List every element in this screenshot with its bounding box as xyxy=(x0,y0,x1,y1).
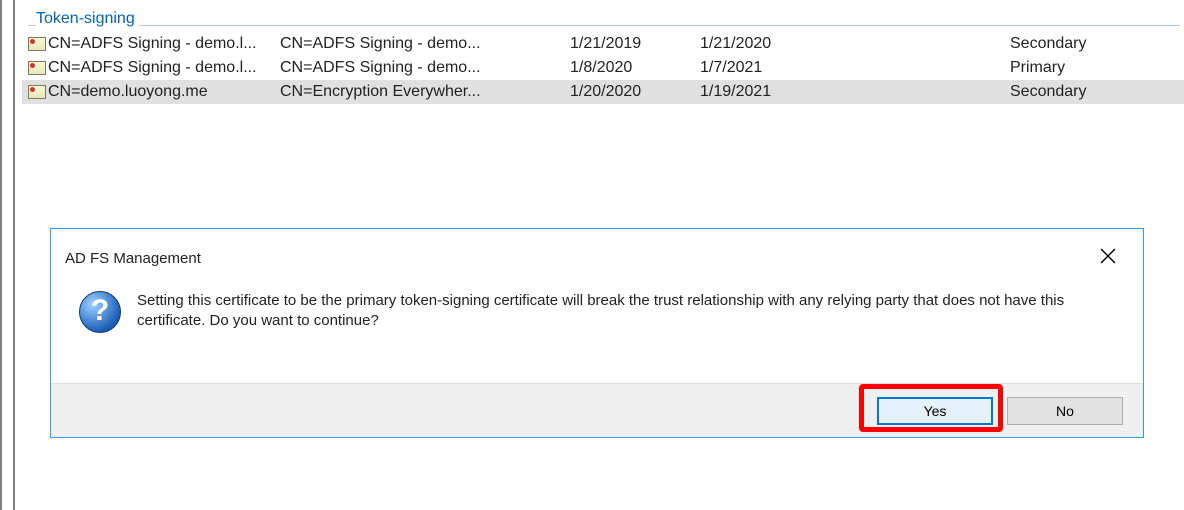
close-icon xyxy=(1100,248,1116,264)
yes-button[interactable]: Yes xyxy=(877,397,993,425)
dialog-button-row: Yes No xyxy=(51,383,1143,437)
subject-cell: CN=ADFS Signing - demo.l... xyxy=(48,59,257,77)
table-row[interactable]: CN=ADFS Signing - demo.l... CN=ADFS Sign… xyxy=(22,32,1184,56)
certificate-list: CN=ADFS Signing - demo.l... CN=ADFS Sign… xyxy=(22,32,1184,104)
status-cell: Secondary xyxy=(1010,83,1184,101)
dialog-message: Setting this certificate to be the prima… xyxy=(137,291,1123,333)
status-cell: Secondary xyxy=(1010,35,1184,53)
group-header: Token-signing xyxy=(22,4,1184,32)
table-row[interactable]: CN=demo.luoyong.me CN=Encryption Everywh… xyxy=(22,80,1184,104)
certificate-icon xyxy=(28,37,46,51)
group-label: Token-signing xyxy=(36,10,139,28)
dialog-title: AD FS Management xyxy=(65,250,201,267)
question-icon: ? xyxy=(79,291,121,333)
subject-cell: CN=demo.luoyong.me xyxy=(48,83,208,101)
subject-cell: CN=ADFS Signing - demo.l... xyxy=(48,35,257,53)
certificate-icon xyxy=(28,85,46,99)
certificate-icon xyxy=(28,61,46,75)
table-row[interactable]: CN=ADFS Signing - demo.l... CN=ADFS Sign… xyxy=(22,56,1184,80)
effective-date-cell: 1/21/2019 xyxy=(570,35,700,53)
effective-date-cell: 1/8/2020 xyxy=(570,59,700,77)
effective-date-cell: 1/20/2020 xyxy=(570,83,700,101)
no-button[interactable]: No xyxy=(1007,397,1123,425)
issuer-cell: CN=ADFS Signing - demo... xyxy=(280,35,570,53)
close-button[interactable] xyxy=(1087,244,1129,272)
issuer-cell: CN=Encryption Everywher... xyxy=(280,83,570,101)
expiration-date-cell: 1/19/2021 xyxy=(700,83,1010,101)
expiration-date-cell: 1/21/2020 xyxy=(700,35,1010,53)
confirmation-dialog: AD FS Management ? Setting this certific… xyxy=(50,228,1144,438)
issuer-cell: CN=ADFS Signing - demo... xyxy=(280,59,570,77)
expiration-date-cell: 1/7/2021 xyxy=(700,59,1010,77)
status-cell: Primary xyxy=(1010,59,1184,77)
